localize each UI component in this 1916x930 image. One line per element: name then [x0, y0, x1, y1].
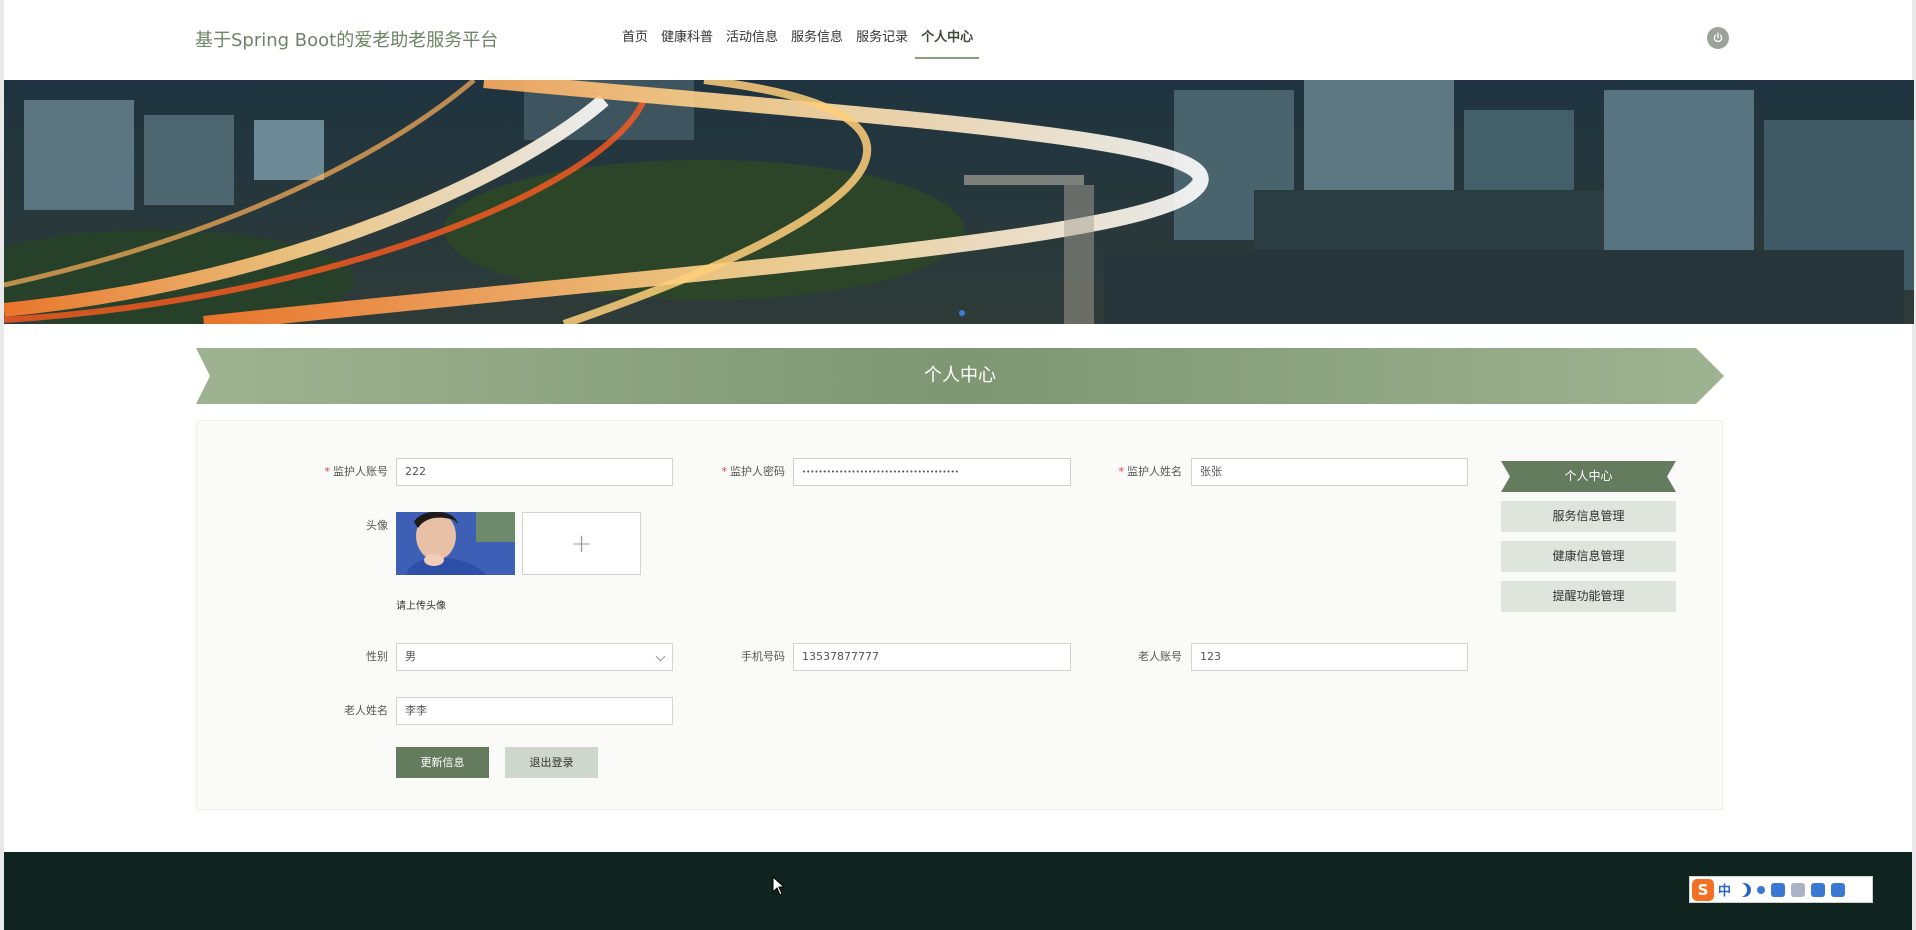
main-nav: 首页 健康科普 活动信息 服务信息 服务记录 个人中心 [622, 0, 986, 80]
nav-activity-info[interactable]: 活动信息 [726, 0, 778, 80]
banner-image [4, 80, 1914, 324]
gender-select-value: 男 [405, 650, 416, 663]
ime-mode[interactable]: 中 [1718, 880, 1731, 899]
avatar-label: 头像 [366, 519, 388, 532]
elder-name-label: 老人姓名 [344, 704, 388, 717]
skin-icon[interactable] [1811, 882, 1826, 897]
phone-label: 手机号码 [741, 650, 785, 663]
punctuation-icon[interactable] [1757, 885, 1766, 894]
ime-toolbar[interactable]: S 中 [1689, 876, 1873, 903]
update-info-button[interactable]: 更新信息 [396, 747, 489, 778]
logout-button[interactable]: 退出登录 [505, 747, 598, 778]
wrench-icon[interactable] [1831, 882, 1846, 897]
avatar-image[interactable] [396, 512, 515, 575]
account-label: * 监护人账号 [324, 465, 389, 478]
side-menu-personal-center[interactable]: 个人中心 [1501, 461, 1676, 492]
keyboard-icon[interactable] [1771, 882, 1786, 897]
password-input[interactable]: •••••••••••••••••••••••••••••••••••••• [793, 458, 1071, 486]
name-label: * 监护人姓名 [1118, 465, 1183, 478]
upload-avatar-button[interactable]: + [522, 512, 641, 575]
elder-name-input[interactable]: 李李 [396, 697, 673, 725]
nav-personal-center[interactable]: 个人中心 [915, 0, 980, 80]
gender-label: 性别 [366, 650, 388, 663]
user-icon[interactable] [1791, 882, 1806, 897]
side-menu-service-info[interactable]: 服务信息管理 [1501, 501, 1676, 532]
sogou-logo-icon[interactable]: S [1692, 878, 1714, 901]
gender-select[interactable]: 男 [396, 643, 673, 671]
elder-account-input[interactable]: 123 [1191, 643, 1468, 671]
carousel-dot[interactable] [959, 310, 965, 316]
section-title: 个人中心 [924, 365, 996, 386]
side-menu-personal-center-label: 个人中心 [1564, 469, 1613, 483]
phone-input[interactable]: 13537877777 [793, 643, 1071, 671]
account-input[interactable]: 222 [396, 458, 673, 486]
power-icon[interactable] [1707, 27, 1729, 49]
nav-service-info[interactable]: 服务信息 [791, 0, 843, 80]
site-footer [4, 852, 1912, 930]
upload-avatar-hint: 请上传头像 [396, 601, 446, 612]
password-label: * 监护人密码 [721, 465, 786, 478]
name-input[interactable]: 张张 [1191, 458, 1468, 486]
nav-service-records[interactable]: 服务记录 [856, 0, 908, 80]
side-menu-health-info[interactable]: 健康信息管理 [1501, 541, 1676, 572]
site-header: 基于Spring Boot的爱老助老服务平台 首页 健康科普 活动信息 服务信息… [4, 0, 1912, 80]
site-title[interactable]: 基于Spring Boot的爱老助老服务平台 [195, 26, 498, 52]
plus-icon: + [570, 528, 593, 559]
nav-health-science[interactable]: 健康科普 [661, 0, 713, 80]
section-title-ribbon: 个人中心 [196, 348, 1724, 404]
chevron-down-icon [655, 651, 666, 662]
moon-icon[interactable] [1737, 883, 1751, 897]
nav-home[interactable]: 首页 [622, 0, 648, 80]
mouse-cursor-icon [772, 875, 786, 900]
elder-account-label: 老人账号 [1138, 650, 1182, 663]
side-menu-reminder[interactable]: 提醒功能管理 [1501, 581, 1676, 612]
